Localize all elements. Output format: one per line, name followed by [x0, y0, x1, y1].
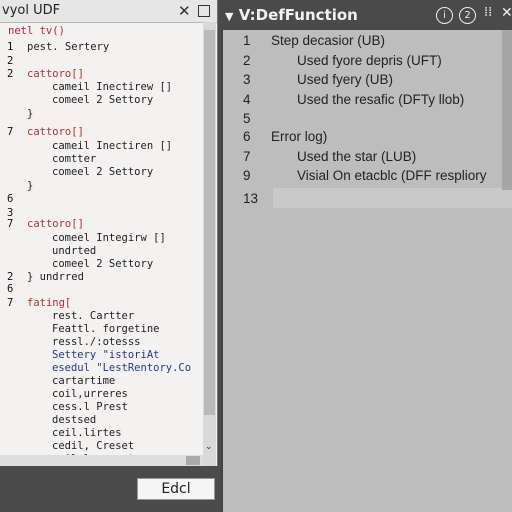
code-text: fating[: [27, 297, 72, 309]
line-number: 9: [243, 168, 251, 183]
line-number: 6: [243, 129, 251, 144]
close-icon[interactable]: ✕: [178, 2, 191, 20]
function-title-bar: ▼ V:DefFunction i 2 ⁞⁞ ✕: [221, 0, 512, 30]
code-text: rest. Cartter: [52, 310, 135, 322]
editor-title-bar: vyol UDF ✕: [0, 0, 217, 23]
code-text: comtter: [52, 153, 97, 165]
line-number: 3: [243, 72, 251, 87]
function-title: ▼ V:DefFunction: [225, 6, 358, 24]
code-text: cess.l Prest: [52, 401, 128, 413]
line-number: 5: [243, 111, 251, 126]
info-icon[interactable]: i: [436, 7, 453, 24]
code-area[interactable]: netl tv() 1 pest. Sertery 2 2 cattoro[] cameil…: [0, 22, 203, 462]
line-number: 6: [7, 283, 14, 295]
code-text: cameil Inectiren []: [52, 140, 173, 152]
function-text: Used the star (LUB): [297, 149, 417, 164]
vertical-scrollbar[interactable]: [502, 30, 512, 190]
code-text: Feattl. forgetine: [52, 323, 160, 335]
code-text: cameil Inectirew []: [52, 81, 173, 93]
chevron-down-icon[interactable]: ⌄: [205, 442, 213, 452]
line-number: 7: [7, 218, 14, 230]
close-icon[interactable]: ✕: [501, 5, 512, 21]
code-text: destsed: [52, 414, 97, 426]
function-text: Visial On etacblc (DFF respliory: [297, 168, 487, 183]
help-icon[interactable]: 2: [459, 7, 476, 24]
edit-button[interactable]: Edcl: [137, 478, 215, 500]
function-text: Used fyore depris (UFT): [297, 53, 442, 68]
line-number: 13: [243, 191, 259, 206]
function-text: Error log): [271, 129, 328, 144]
line-number: 2: [7, 68, 14, 80]
code-text: } undrred: [27, 271, 84, 283]
code-text: ceil.lirtes: [52, 427, 122, 439]
code-text: cedil, Creset: [52, 440, 135, 452]
function-text: Used fyery (UB): [297, 72, 394, 87]
editor-title: vyol UDF: [2, 3, 61, 18]
code-text: comeel Integirw []: [52, 232, 166, 244]
function-text: Used the resafic (DFTy llob): [297, 92, 465, 107]
line-number: 7: [7, 126, 14, 138]
function-window: ▼ V:DefFunction i 2 ⁞⁞ ✕ 1 Step decasior …: [221, 0, 512, 512]
line-number: 1: [243, 33, 251, 48]
code-text: cattoro[]: [27, 126, 84, 138]
horizontal-scrollbar[interactable]: [0, 455, 203, 466]
code-text: comeel 2 Settory: [52, 166, 154, 178]
code-text: Settery "istoriAt: [52, 349, 160, 361]
code-text: }: [27, 180, 34, 192]
code-text: comeel 2 Settory: [52, 94, 154, 106]
grip-icon[interactable]: ⁞⁞: [484, 5, 492, 20]
code-editor-window: vyol UDF ✕ netl tv() 1 pest. Sertery 2 2 catt…: [0, 0, 218, 466]
code-text: }: [27, 108, 34, 120]
code-text: cattoro[]: [27, 218, 84, 230]
line-number: 7: [243, 149, 251, 164]
line-number: 1: [7, 41, 14, 53]
function-text: Step decasior (UB): [271, 33, 386, 48]
line-number: 2: [7, 55, 14, 67]
code-text: coil,urreres: [52, 388, 128, 400]
code-text: cartartime: [52, 375, 116, 387]
maximize-icon[interactable]: [198, 5, 210, 17]
code-text: undrted: [52, 245, 97, 257]
line-number: 7: [7, 297, 14, 309]
code-text: pest. Sertery: [27, 41, 110, 53]
code-text: ressl./:otesss: [52, 336, 141, 348]
line-number: 4: [243, 92, 251, 107]
code-text: netl tv(): [8, 25, 65, 37]
vertical-scrollbar[interactable]: ⌄: [203, 22, 216, 466]
line-number: 6: [7, 193, 14, 205]
horizontal-scrollbar-thumb[interactable]: [186, 456, 200, 465]
line-number: 2: [243, 53, 251, 68]
function-body: 1 Step decasior (UB) 2 Used fyore depris (U…: [223, 30, 512, 512]
code-text: comeel 2 Settory: [52, 258, 154, 270]
code-text: esedul "LestRentory.Co: [52, 362, 192, 374]
selected-row[interactable]: [273, 188, 512, 208]
code-text: cattoro[]: [27, 68, 84, 80]
scrollbar-thumb[interactable]: [204, 30, 215, 415]
